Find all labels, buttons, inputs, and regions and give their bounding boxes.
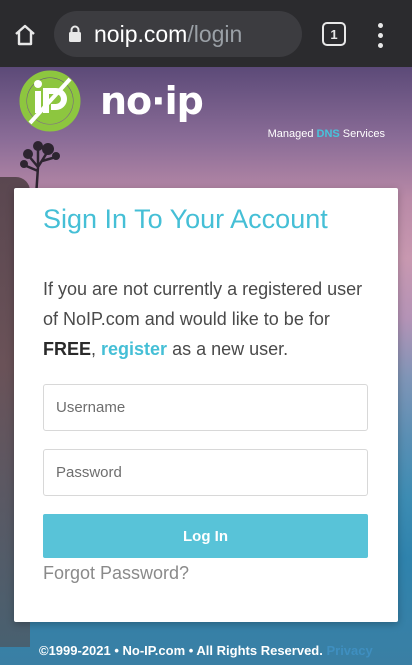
comma-text: , <box>91 339 102 359</box>
home-icon[interactable] <box>12 22 38 48</box>
tagline-dns: DNS <box>316 128 340 140</box>
intro-text: If you are not currently a registered us… <box>43 279 363 329</box>
url-path: /login <box>187 21 243 47</box>
address-bar[interactable]: noip.com/login <box>54 11 302 57</box>
tagline-post: Services <box>339 128 385 140</box>
copyright-text: ©1999-2021 • No-IP.com • All Rights Rese… <box>39 643 327 658</box>
tagline: Managed DNS Services <box>268 128 385 140</box>
browser-toolbar: noip.com/login 1 <box>0 0 412 67</box>
register-link[interactable]: register <box>101 339 167 359</box>
login-intro: If you are not currently a registered us… <box>43 274 379 364</box>
footer: ©1999-2021 • No-IP.com • All Rights Rese… <box>39 643 373 658</box>
username-input[interactable] <box>43 384 368 431</box>
login-page: no·ip Managed DNS Services Sign In To Yo… <box>0 67 412 665</box>
url-host: noip.com <box>94 21 188 47</box>
login-button[interactable]: Log In <box>43 514 368 558</box>
login-title: Sign In To Your Account <box>43 204 328 234</box>
noip-logo-icon <box>19 70 81 132</box>
free-text: FREE <box>43 339 92 359</box>
url-text: noip.com/login <box>94 21 242 47</box>
tab-switcher-button[interactable]: 1 <box>322 22 346 46</box>
intro-end-text: as a new user. <box>167 339 289 359</box>
noip-logo[interactable]: no·ip <box>18 69 204 133</box>
login-card: Sign In To Your Account If you are not c… <box>14 188 398 622</box>
password-input[interactable] <box>43 449 368 496</box>
lock-icon <box>69 25 81 42</box>
overflow-menu-icon[interactable] <box>370 20 390 50</box>
tagline-pre: Managed <box>267 128 317 140</box>
privacy-link[interactable]: Privacy <box>326 643 372 658</box>
logo-wordmark: no·ip <box>100 79 204 123</box>
forgot-password-link[interactable]: Forgot Password? <box>43 563 189 584</box>
